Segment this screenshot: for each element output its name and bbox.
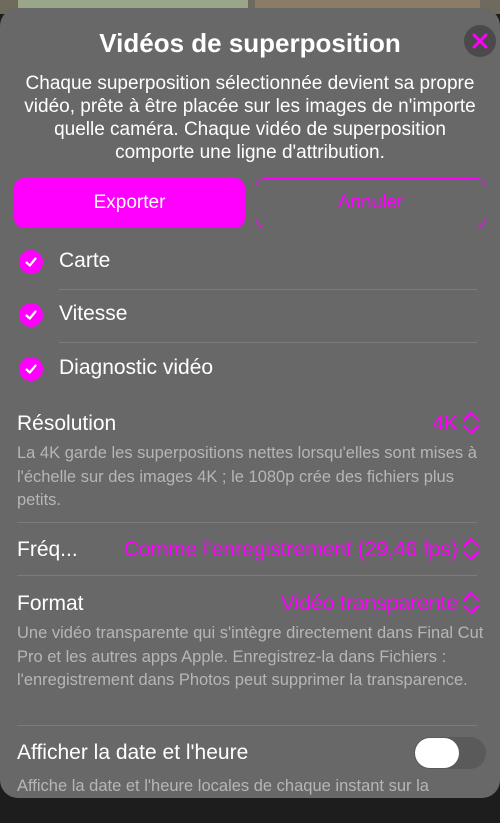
overlay-videos-sheet: Vidéos de superposition Chaque superposi… [0, 8, 500, 798]
overlay-option-label: Vitesse [59, 302, 128, 325]
divider [17, 522, 477, 523]
overlay-option-vitesse[interactable]: Vitesse [0, 289, 500, 342]
close-button[interactable] [464, 25, 496, 57]
chevron-up-down-icon[interactable] [460, 409, 482, 437]
format-description: Une vidéo transparente qui s'intègre dir… [17, 624, 484, 689]
checkmark-icon [19, 303, 43, 327]
datetime-toggle[interactable] [414, 737, 486, 769]
resolution-label: Résolution [17, 412, 117, 435]
frequency-picker[interactable]: Comme l'enregistrement (29,46 fps) [124, 538, 458, 562]
overlay-option-diagnostic[interactable]: Diagnostic vidéo [0, 343, 500, 396]
datetime-description: Affiche la date et l'heure locales de ch… [17, 777, 429, 795]
resolution-description: La 4K garde les superpositions nettes lo… [17, 444, 477, 509]
cancel-button[interactable]: Annuler [255, 178, 486, 228]
chevron-up-down-icon[interactable] [460, 589, 482, 617]
datetime-label: Afficher la date et l'heure [17, 741, 249, 764]
frequency-label: Fréq... [17, 538, 78, 561]
sheet-title: Vidéos de superposition [99, 28, 401, 58]
overlay-option-label: Diagnostic vidéo [59, 356, 214, 379]
resolution-picker[interactable]: 4K [432, 412, 458, 436]
format-picker[interactable]: Vidéo transparente [281, 592, 458, 616]
overlay-option-carte[interactable]: Carte [0, 236, 500, 289]
divider [17, 575, 477, 576]
overlay-option-label: Carte [59, 249, 111, 272]
toggle-knob [415, 738, 459, 768]
checkmark-icon [19, 357, 43, 381]
checkmark-icon [19, 250, 43, 274]
divider [17, 725, 477, 726]
close-icon [472, 33, 488, 49]
export-button[interactable]: Exporter [14, 178, 245, 228]
chevron-up-down-icon[interactable] [460, 535, 482, 563]
format-label: Format [17, 592, 84, 615]
sheet-description: Chaque superposition sélectionnée devien… [24, 73, 476, 163]
